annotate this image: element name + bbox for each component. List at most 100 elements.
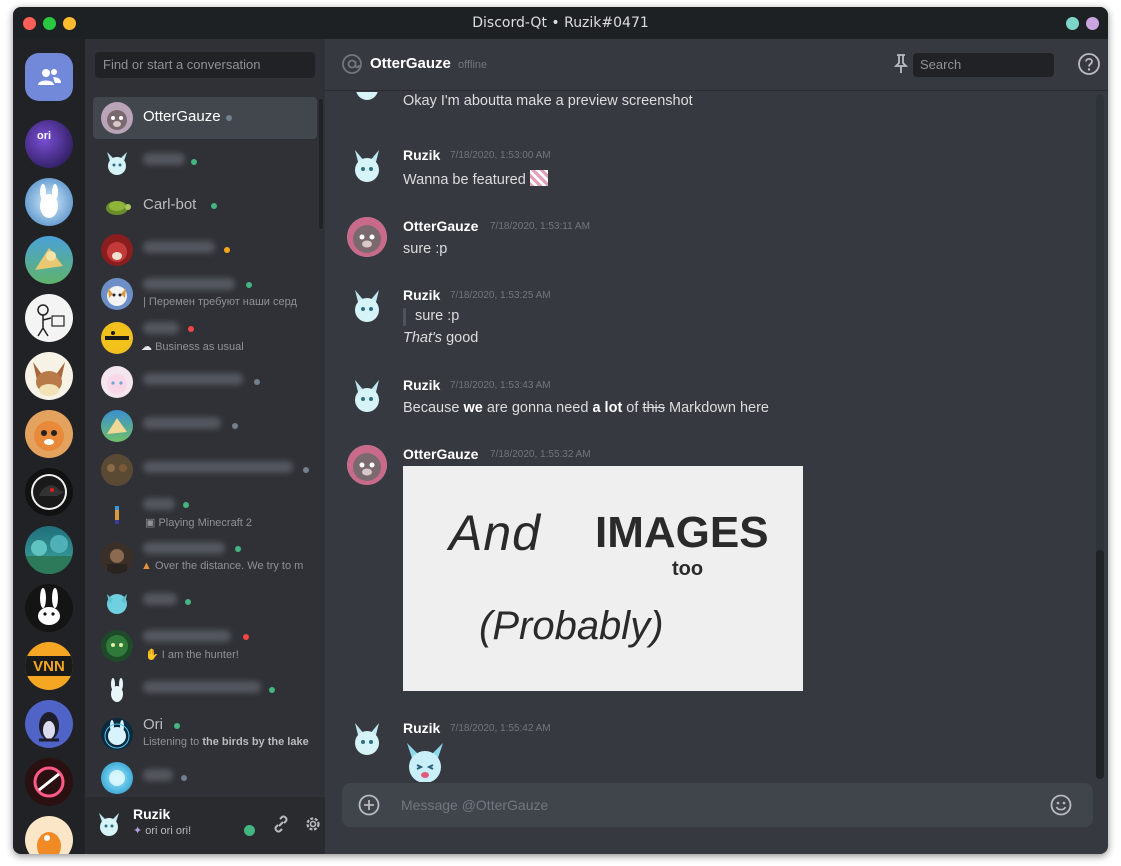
status-dot: [243, 634, 249, 640]
avatar: [101, 146, 133, 178]
dm-custom-status: | Перемен требуют наши серд: [143, 296, 297, 308]
otter-avatar-icon: [107, 110, 127, 130]
message-author[interactable]: Ruzik: [403, 720, 440, 736]
window-action-2[interactable]: [1086, 17, 1099, 30]
dm-carl-bot[interactable]: Carl-bot: [93, 185, 317, 227]
ori-emoji-icon: ✦: [133, 825, 146, 837]
message-author[interactable]: OtterGauze: [403, 446, 478, 462]
dm-item-10[interactable]: ▣ Playing Minecraft 2: [93, 493, 317, 535]
settings-button[interactable]: [302, 813, 324, 835]
orb-avatar-icon: [109, 770, 125, 786]
dm-sidebar: Find or start a conversation OtterGauze: [85, 39, 325, 854]
message-author[interactable]: Ruzik: [403, 147, 440, 163]
help-icon[interactable]: [1077, 52, 1101, 76]
dm-item-8[interactable]: [93, 405, 317, 447]
message-group: Ruzik 7/18/2020, 1:55:42 AM: [325, 719, 1085, 782]
blurred-name: [143, 498, 175, 510]
message-input[interactable]: Message @OtterGauze: [401, 783, 548, 827]
avatar[interactable]: [347, 286, 387, 326]
chat-search-input[interactable]: Search: [913, 53, 1054, 77]
red-fox-avatar-icon: [107, 242, 127, 262]
avatar: [101, 498, 133, 530]
hand-emoji-icon: ✋: [145, 649, 162, 661]
avatar[interactable]: [347, 445, 387, 485]
text-strikethrough: this: [642, 400, 666, 416]
dm-list-scrollbar[interactable]: [319, 99, 323, 229]
status-dot: [181, 775, 187, 781]
window-action-1[interactable]: [1066, 17, 1079, 30]
server-ori[interactable]: ori: [25, 120, 73, 168]
server-spirit[interactable]: [25, 178, 73, 226]
dm-custom-status: ☁ Business as usual: [141, 340, 309, 353]
dm-item-5[interactable]: | Перемен требуют наши серд: [93, 273, 317, 315]
message-author[interactable]: Ruzik: [403, 377, 440, 393]
activity-prefix: Listening to: [143, 736, 203, 748]
dm-name: OtterGauze: [143, 108, 221, 125]
fox-icon: [34, 421, 64, 451]
server-linux[interactable]: [25, 700, 73, 748]
dm-item-6[interactable]: ☁ Business as usual: [93, 317, 317, 359]
image-attachment[interactable]: And IMAGES too (Probably): [403, 466, 803, 691]
status-dot: [232, 423, 238, 429]
status-dot: [183, 502, 189, 508]
message-text: Wanna be featured: [403, 170, 548, 188]
server-bird[interactable]: [25, 816, 73, 854]
message-author[interactable]: Ruzik: [403, 287, 440, 303]
image-text-and: And: [449, 505, 541, 561]
dm-item-14[interactable]: [93, 669, 317, 711]
rocket-icon: [33, 766, 65, 798]
dm-custom-status: ▲ Over the distance. We try to m: [141, 560, 309, 572]
link-button[interactable]: [270, 813, 292, 835]
status-dot: [254, 379, 260, 385]
avatar[interactable]: [347, 217, 387, 257]
avatar[interactable]: [347, 719, 387, 759]
server-griffin[interactable]: [25, 236, 73, 284]
blurred-name: [143, 322, 179, 334]
message-group: OtterGauze 7/18/2020, 1:53:11 AM sure :p: [325, 217, 1085, 267]
griffin-icon: [35, 248, 63, 270]
dm-item-16[interactable]: [93, 757, 317, 796]
add-attachment-icon[interactable]: [358, 794, 380, 816]
dm-ori[interactable]: Ori Listening to the birds by the lake: [93, 713, 317, 755]
blurred-name: [143, 373, 243, 385]
find-conversation-input[interactable]: Find or start a conversation: [95, 52, 315, 78]
server-vnn[interactable]: VNN: [25, 642, 73, 690]
server-forest[interactable]: [25, 526, 73, 574]
avatar: [101, 454, 133, 486]
avatar[interactable]: [347, 146, 387, 186]
message-composer[interactable]: Message @OtterGauze: [342, 783, 1093, 827]
dm-item-2[interactable]: [93, 141, 317, 183]
dm-item-4[interactable]: [93, 229, 317, 271]
glaceon-sticker-icon: [407, 743, 443, 782]
dm-item-7[interactable]: [93, 361, 317, 403]
message-group: Ruzik 7/18/2020, 1:53:43 AM Because we a…: [325, 376, 1085, 426]
message-scrollbar-thumb[interactable]: [1096, 550, 1104, 779]
dm-item-9[interactable]: [93, 449, 317, 491]
server-rocket[interactable]: [25, 758, 73, 806]
status-dot: [235, 546, 241, 552]
avatar: [101, 278, 133, 310]
dm-item-12[interactable]: [93, 581, 317, 623]
user-avatar[interactable]: [93, 807, 125, 839]
avatar[interactable]: [347, 376, 387, 416]
server-crow[interactable]: [25, 468, 73, 516]
message-author[interactable]: OtterGauze: [403, 218, 478, 234]
avatar: [101, 190, 133, 222]
spirit-icon: [40, 184, 58, 218]
server-fox[interactable]: [25, 410, 73, 458]
glaceon-avatar-icon: [99, 813, 119, 836]
pin-icon[interactable]: [889, 52, 913, 76]
dm-item-11[interactable]: ▲ Over the distance. We try to m: [93, 537, 317, 579]
blurred-name: [143, 769, 173, 781]
current-status-dot[interactable]: [244, 825, 255, 836]
glaceon-avatar-icon: [355, 723, 379, 755]
home-button[interactable]: [25, 53, 73, 101]
dm-item-13[interactable]: ✋ I am the hunter!: [93, 625, 317, 667]
emoji-picker-icon[interactable]: [1050, 794, 1072, 816]
server-bunny[interactable]: [25, 584, 73, 632]
dm-ottergauze[interactable]: OtterGauze: [93, 97, 317, 139]
server-comic[interactable]: [25, 294, 73, 342]
pastel-avatar-icon: [107, 374, 127, 394]
server-eevee[interactable]: [25, 352, 73, 400]
current-custom-status: ✦ ori ori ori!: [133, 824, 191, 837]
